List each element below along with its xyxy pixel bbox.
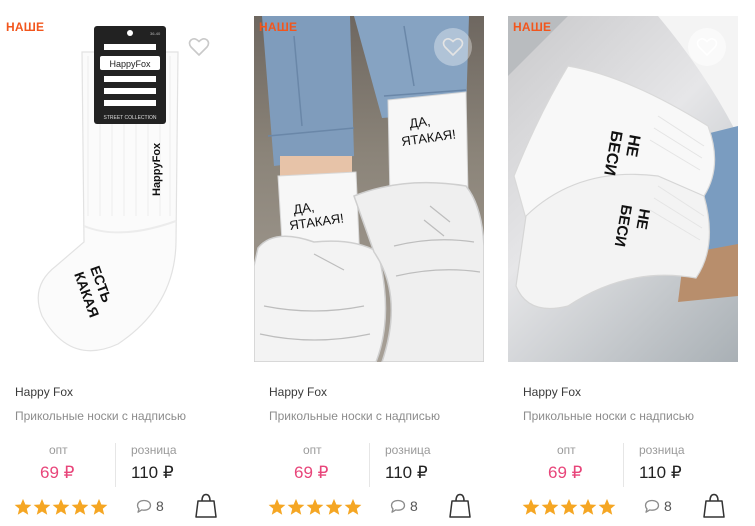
shopping-bag-icon <box>449 493 471 518</box>
price-block: опт 69 ₽ розница 110 ₽ <box>508 443 748 487</box>
sock-with-package-illustration: 36-40 HappyFox STREET COLLECTION HappyFo… <box>37 26 179 352</box>
price-divider <box>623 443 624 487</box>
favorite-button[interactable] <box>688 28 726 66</box>
reviews-link[interactable]: 8 <box>390 498 418 514</box>
retail-price-label: розница <box>385 443 431 457</box>
add-to-cart-button[interactable] <box>449 493 471 519</box>
product-card[interactable]: НЕ БЕСИ НЕ БЕСИ НАШЕ Happy Fox Прикольны… <box>508 0 748 526</box>
star-icon <box>287 498 305 515</box>
product-image[interactable]: 36-40 HappyFox STREET COLLECTION HappyFo… <box>0 16 240 362</box>
star-icon <box>52 498 70 515</box>
package-collection-text: STREET COLLECTION <box>104 115 157 121</box>
reviews-count: 8 <box>410 498 418 514</box>
package-brand-text: HappyFox <box>109 59 151 69</box>
product-title[interactable]: Прикольные носки с надписью <box>15 409 186 423</box>
rating-stars[interactable] <box>522 498 616 516</box>
price-block: опт 69 ₽ розница 110 ₽ <box>254 443 494 487</box>
product-card[interactable]: 36-40 HappyFox STREET COLLECTION HappyFo… <box>0 0 240 526</box>
star-icon <box>522 498 540 515</box>
reviews-link[interactable]: 8 <box>644 498 672 514</box>
star-icon <box>14 498 32 515</box>
star-icon <box>71 498 89 515</box>
heart-outline-icon <box>188 38 210 56</box>
add-to-cart-button[interactable] <box>195 493 217 519</box>
star-icon <box>344 498 362 515</box>
star-icon <box>325 498 343 515</box>
our-brand-badge: НАШЕ <box>6 20 45 34</box>
retail-price-label: розница <box>131 443 177 457</box>
rating-stars[interactable] <box>268 498 362 516</box>
product-image[interactable]: НЕ БЕСИ НЕ БЕСИ <box>508 16 738 362</box>
speech-bubble-icon <box>644 499 660 513</box>
our-brand-badge: НАШЕ <box>513 20 552 34</box>
retail-price: 110 ₽ <box>385 463 428 482</box>
heart-outline-icon <box>696 38 718 56</box>
favorite-button[interactable] <box>180 28 218 66</box>
speech-bubble-icon <box>136 499 152 513</box>
product-brand[interactable]: Happy Fox <box>269 385 327 399</box>
sock-phrase-line1: НЕ <box>632 207 652 230</box>
heart-outline-icon <box>442 38 464 56</box>
rating-stars[interactable] <box>14 498 108 516</box>
star-icon <box>33 498 51 515</box>
product-image[interactable]: ДА, ЯТАКАЯ! ДА, ЯТАКАЯ! <box>254 16 484 362</box>
product-grid: 36-40 HappyFox STREET COLLECTION HappyFo… <box>0 0 755 526</box>
price-divider <box>369 443 370 487</box>
favorite-button[interactable] <box>434 28 472 66</box>
our-brand-badge: НАШЕ <box>259 20 298 34</box>
product-title[interactable]: Прикольные носки с надписью <box>269 409 440 423</box>
reviews-count: 8 <box>156 498 164 514</box>
retail-price: 110 ₽ <box>639 463 682 482</box>
retail-price-label: розница <box>639 443 685 457</box>
price-block: опт 69 ₽ розница 110 ₽ <box>0 443 240 487</box>
wholesale-price-label: опт <box>303 443 322 457</box>
sock-brand-text: HappyFox <box>151 142 163 196</box>
sock-phrase-line1: ДА, <box>408 113 431 131</box>
sock-photo-illustration: НЕ БЕСИ НЕ БЕСИ <box>508 16 738 310</box>
wholesale-price: 69 ₽ <box>40 463 75 482</box>
wholesale-price-label: опт <box>557 443 576 457</box>
product-brand[interactable]: Happy Fox <box>523 385 581 399</box>
product-brand[interactable]: Happy Fox <box>15 385 73 399</box>
price-divider <box>115 443 116 487</box>
sock-photo-illustration: ДА, ЯТАКАЯ! ДА, ЯТАКАЯ! <box>254 16 484 362</box>
reviews-link[interactable]: 8 <box>136 498 164 514</box>
shopping-bag-icon <box>703 493 725 518</box>
add-to-cart-button[interactable] <box>703 493 725 519</box>
retail-price: 110 ₽ <box>131 463 174 482</box>
product-card[interactable]: ДА, ЯТАКАЯ! ДА, ЯТАКАЯ! НАШЕ Happy Fox П… <box>254 0 494 526</box>
star-icon <box>541 498 559 515</box>
star-icon <box>90 498 108 515</box>
reviews-count: 8 <box>664 498 672 514</box>
wholesale-price-label: опт <box>49 443 68 457</box>
star-icon <box>560 498 578 515</box>
wholesale-price: 69 ₽ <box>548 463 583 482</box>
product-title[interactable]: Прикольные носки с надписью <box>523 409 694 423</box>
package-size-text: 36-40 <box>150 31 161 36</box>
shopping-bag-icon <box>195 493 217 518</box>
star-icon <box>306 498 324 515</box>
wholesale-price: 69 ₽ <box>294 463 329 482</box>
star-icon <box>579 498 597 515</box>
speech-bubble-icon <box>390 499 406 513</box>
star-icon <box>268 498 286 515</box>
star-icon <box>598 498 616 515</box>
